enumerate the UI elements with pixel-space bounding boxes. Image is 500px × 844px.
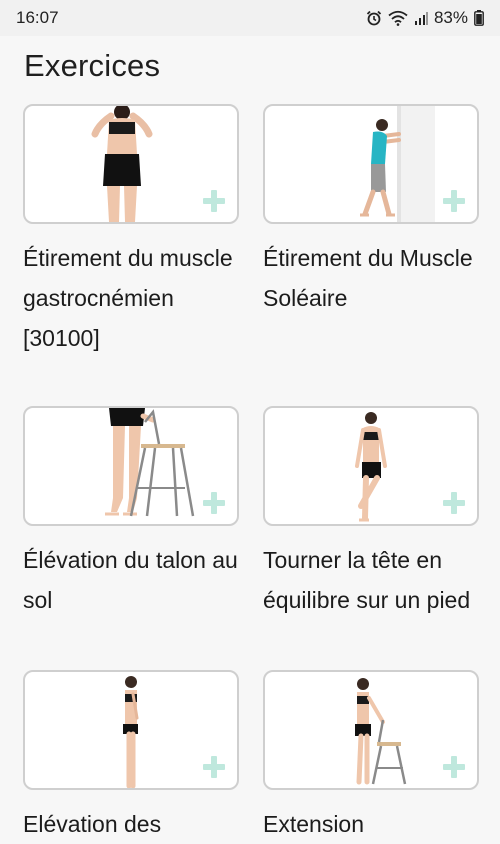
exercise-title[interactable]: Extension — [263, 804, 479, 844]
exercise-thumbnail[interactable] — [23, 104, 239, 224]
plus-icon[interactable] — [203, 190, 225, 212]
exercise-card[interactable]: Elévation des — [23, 670, 239, 844]
plus-icon[interactable] — [443, 190, 465, 212]
exercise-thumbnail[interactable] — [263, 104, 479, 224]
exercise-thumbnail[interactable] — [263, 406, 479, 526]
exercise-card[interactable]: Élévation du talon au sol — [23, 406, 239, 620]
alarm-icon — [366, 10, 382, 26]
battery-percent: 83% — [433, 8, 468, 27]
signal-icon — [414, 11, 428, 25]
exercise-card[interactable]: Tourner la tête en équilibre sur un pied — [263, 406, 479, 620]
exercise-title[interactable]: Élévation du talon au sol — [23, 540, 239, 620]
plus-icon[interactable] — [443, 756, 465, 778]
page-title: Exercices — [24, 48, 161, 83]
exercise-thumbnail[interactable] — [23, 406, 239, 526]
exercise-card[interactable]: Étirement du Muscle Soléaire — [263, 104, 479, 318]
status-bar: 16:07 83% — [0, 0, 500, 36]
exercise-title[interactable]: Étirement du Muscle Soléaire — [263, 238, 479, 318]
exercise-title[interactable]: Elévation des — [23, 804, 239, 844]
plus-icon[interactable] — [203, 492, 225, 514]
status-icons: 83% — [366, 8, 484, 28]
exercise-card[interactable]: Extension — [263, 670, 479, 844]
exercise-title[interactable]: Tourner la tête en équilibre sur un pied — [263, 540, 479, 620]
battery-icon — [474, 10, 484, 26]
exercise-thumbnail[interactable] — [23, 670, 239, 790]
wifi-icon — [388, 10, 408, 26]
plus-icon[interactable] — [203, 756, 225, 778]
exercise-title[interactable]: Étirement du muscle gastrocnémien [30100… — [23, 238, 239, 358]
exercise-thumbnail[interactable] — [263, 670, 479, 790]
exercise-card[interactable]: Étirement du muscle gastrocnémien [30100… — [23, 104, 239, 358]
plus-icon[interactable] — [443, 492, 465, 514]
status-time: 16:07 — [16, 8, 59, 27]
